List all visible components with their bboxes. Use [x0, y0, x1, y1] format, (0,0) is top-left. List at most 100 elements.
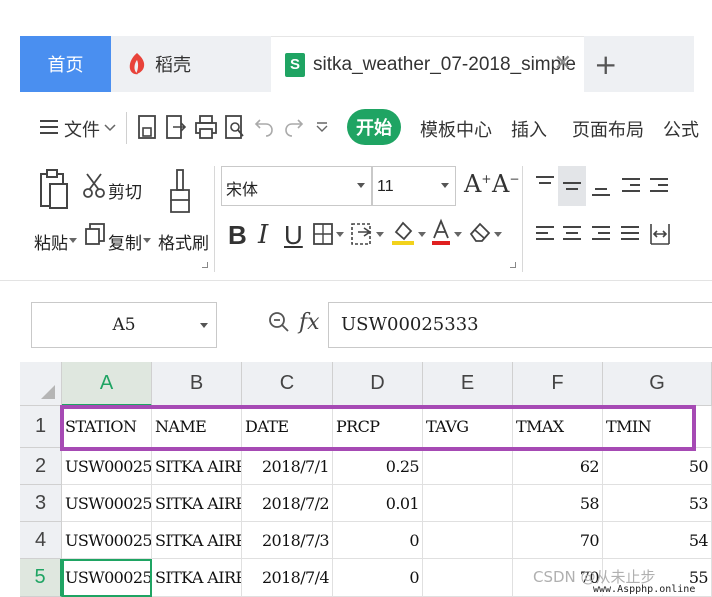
row-header[interactable]: 1 — [20, 406, 62, 448]
cut-button[interactable]: 剪切 — [108, 178, 142, 203]
cell-format-dropdown-icon[interactable] — [376, 232, 384, 238]
table-cell[interactable]: 58 — [513, 485, 603, 522]
new-tab-button[interactable]: + — [584, 36, 694, 92]
table-cell[interactable] — [423, 485, 513, 522]
border-icon[interactable] — [312, 222, 334, 246]
menu-icon[interactable] — [40, 119, 58, 135]
clear-format-dropdown-icon[interactable] — [494, 232, 502, 238]
table-cell[interactable]: 2018/7/2 — [242, 485, 333, 522]
italic-button[interactable]: I — [258, 220, 268, 250]
clear-format-icon[interactable] — [468, 220, 492, 244]
increase-indent-icon[interactable] — [650, 178, 668, 196]
column-header-g[interactable]: G — [603, 362, 712, 406]
table-cell[interactable]: 50 — [603, 448, 712, 485]
close-tab-icon[interactable]: ✕ — [554, 51, 572, 76]
customize-toolbar-icon[interactable] — [316, 122, 328, 132]
table-cell[interactable]: 2018/7/1 — [242, 448, 333, 485]
cell-format-icon[interactable] — [350, 222, 374, 246]
align-left-icon[interactable] — [536, 226, 554, 244]
menu-template-center[interactable]: 模板中心 — [420, 116, 492, 142]
align-right-icon[interactable] — [592, 226, 610, 244]
fill-color-icon[interactable] — [390, 218, 416, 246]
clipboard-group-expander[interactable] — [202, 262, 208, 268]
fx-button[interactable]: fx — [299, 310, 320, 335]
table-cell[interactable]: 0.01 — [333, 485, 423, 522]
table-cell[interactable]: 0 — [333, 559, 423, 597]
tab-daoke[interactable]: 稻壳 — [111, 36, 271, 92]
font-size-select[interactable]: 11 — [372, 166, 456, 206]
align-center-icon[interactable] — [563, 226, 581, 244]
font-group-expander[interactable] — [510, 262, 516, 268]
border-dropdown-icon[interactable] — [336, 232, 344, 238]
row-header[interactable]: 5 — [20, 559, 62, 597]
column-header-c[interactable]: C — [242, 362, 333, 406]
table-cell[interactable]: 54 — [603, 522, 712, 559]
table-cell[interactable]: 62 — [513, 448, 603, 485]
cut-icon[interactable] — [82, 172, 106, 198]
font-color-icon[interactable] — [430, 218, 452, 246]
spreadsheet-grid[interactable]: A B C D E F G 1 STATION NAME DATE PRCP TAVG TMAX TMIN 2… — [20, 362, 712, 597]
increase-font-icon[interactable]: A+ — [464, 170, 491, 198]
column-header-a[interactable]: A — [62, 362, 152, 406]
table-cell[interactable] — [423, 559, 513, 597]
table-cell[interactable] — [423, 522, 513, 559]
paste-button[interactable]: 粘贴 — [34, 229, 68, 254]
copy-dropdown-icon[interactable] — [143, 238, 151, 244]
paste-dropdown-icon[interactable] — [69, 238, 77, 244]
font-name-select[interactable]: 宋体 — [221, 166, 372, 206]
font-color-dropdown-icon[interactable] — [454, 232, 462, 238]
bold-button[interactable]: B — [228, 220, 247, 251]
table-cell[interactable]: SITKA AIRPORT, AK US — [152, 485, 242, 522]
table-cell[interactable]: 70 — [513, 522, 603, 559]
table-cell[interactable] — [423, 448, 513, 485]
formula-input[interactable]: USW00025333 — [328, 302, 712, 348]
save-icon[interactable] — [137, 114, 157, 140]
table-cell[interactable]: 0 — [333, 522, 423, 559]
menu-formula[interactable]: 公式 — [663, 116, 699, 142]
fill-color-dropdown-icon[interactable] — [418, 232, 426, 238]
row-header[interactable]: 4 — [20, 522, 62, 559]
name-box[interactable]: A5 — [31, 302, 217, 348]
menu-page-layout[interactable]: 页面布局 — [572, 116, 644, 142]
column-header-d[interactable]: D — [333, 362, 423, 406]
redo-icon[interactable] — [284, 116, 304, 138]
decrease-font-icon[interactable]: A− — [492, 170, 519, 198]
chevron-down-icon[interactable] — [104, 124, 116, 132]
zoom-icon[interactable] — [268, 311, 290, 333]
column-header-b[interactable]: B — [152, 362, 242, 406]
align-top-icon[interactable] — [536, 176, 554, 188]
format-painter-icon[interactable] — [168, 168, 192, 214]
tab-file[interactable]: S sitka_weather_07-2018_simple ✕ — [271, 36, 584, 92]
paste-icon[interactable] — [38, 168, 70, 212]
table-cell[interactable]: SITKA AIRPORT, AK US — [152, 522, 242, 559]
justify-icon[interactable] — [621, 226, 639, 244]
decrease-indent-icon[interactable] — [622, 178, 640, 196]
print-icon[interactable] — [194, 114, 218, 140]
tab-start[interactable]: 开始 — [347, 109, 401, 145]
print-preview-icon[interactable] — [224, 114, 246, 140]
copy-icon[interactable] — [84, 222, 106, 246]
align-bottom-icon[interactable] — [592, 188, 610, 200]
table-cell[interactable]: 2018/7/4 — [242, 559, 333, 597]
menu-file[interactable]: 文件 — [64, 116, 100, 142]
copy-button[interactable]: 复制 — [108, 229, 142, 254]
table-cell[interactable]: SITKA AIRPORT, AK US — [152, 448, 242, 485]
export-icon[interactable] — [165, 114, 187, 140]
column-header-f[interactable]: F — [513, 362, 603, 406]
tab-home[interactable]: 首页 — [20, 36, 111, 92]
format-painter-button[interactable]: 格式刷 — [158, 229, 209, 254]
table-cell[interactable]: USW00025333 — [62, 522, 152, 559]
undo-icon[interactable] — [254, 116, 274, 138]
row-header[interactable]: 3 — [20, 485, 62, 522]
table-cell[interactable]: 2018/7/3 — [242, 522, 333, 559]
table-cell[interactable]: 0.25 — [333, 448, 423, 485]
row-header[interactable]: 2 — [20, 448, 62, 485]
select-all-corner[interactable] — [20, 362, 62, 406]
distribute-icon[interactable] — [649, 222, 671, 246]
table-cell[interactable]: USW00025333 — [62, 448, 152, 485]
underline-button[interactable]: U — [284, 220, 303, 251]
column-header-e[interactable]: E — [423, 362, 513, 406]
table-cell[interactable]: USW00025333 — [62, 485, 152, 522]
menu-insert[interactable]: 插入 — [511, 116, 547, 142]
table-cell[interactable]: SITKA AIRPORT, AK US — [152, 559, 242, 597]
